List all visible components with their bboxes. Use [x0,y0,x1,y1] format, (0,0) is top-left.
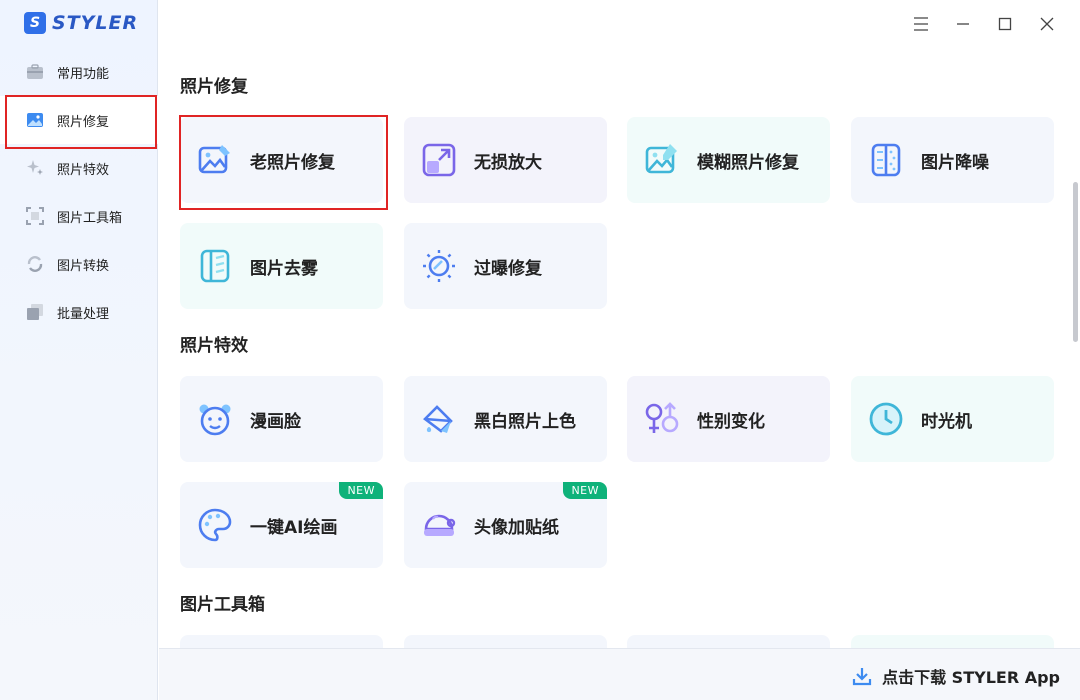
photo-icon [26,111,44,129]
card-toolbox-partial[interactable] [627,635,830,648]
card-label: 一键AI绘画 [250,517,338,538]
card-ai-painting[interactable]: 一键AI绘画 NEW [180,482,383,568]
card-toolbox-partial[interactable] [851,635,1054,648]
logo-mark-icon: S [24,12,46,34]
sidebar-item-photo-effects[interactable]: 照片特效 [0,144,158,192]
card-colorize[interactable]: 黑白照片上色 [404,376,607,462]
card-label: 漫画脸 [250,411,301,432]
logo-text: STYLER [52,12,139,34]
card-label: 图片去雾 [250,258,318,279]
denoise-icon [867,141,905,179]
window-controls [900,12,1068,38]
sidebar-item-convert[interactable]: 图片转换 [0,240,158,288]
sidebar-item-toolbox[interactable]: 图片工具箱 [0,192,158,240]
card-overexposure[interactable]: 过曝修复 [404,223,607,309]
card-denoise[interactable]: 图片降噪 [851,117,1054,203]
sidebar-item-batch[interactable]: 批量处理 [0,288,158,336]
sparkle-icon [26,159,44,177]
new-badge: NEW [563,482,607,499]
card-blur-repair[interactable]: 模糊照片修复 [627,117,830,203]
new-badge: NEW [339,482,383,499]
stack-icon [26,303,44,321]
close-button[interactable] [1026,12,1068,38]
download-label: 点击下载 STYLER App [882,668,1060,687]
card-gender-change[interactable]: 性别变化 [627,376,830,462]
download-icon [852,666,872,686]
sidebar-item-label: 照片特效 [57,162,110,178]
maximize-icon [998,16,1012,35]
minimize-icon [956,16,970,35]
palette-icon [196,506,234,544]
maximize-button[interactable] [984,12,1026,38]
main-content: 照片修复 老照片修复 无损放大 模糊照片修复 图片降噪 图片去雾 过曝修复 照片… [159,48,1068,648]
section-title-toolbox: 图片工具箱 [180,595,265,615]
menu-button[interactable] [900,12,942,38]
card-dehaze[interactable]: 图片去雾 [180,223,383,309]
sticker-icon [420,506,458,544]
footer: 点击下载 STYLER App [159,648,1080,700]
card-label: 老照片修复 [250,152,335,173]
card-label: 时光机 [921,411,972,432]
card-label: 过曝修复 [474,258,542,279]
dehaze-icon [196,247,234,285]
sidebar-item-label: 图片工具箱 [57,210,123,226]
enlarge-icon [420,141,458,179]
sidebar-item-label: 批量处理 [57,306,110,322]
sidebar-nav: 常用功能 照片修复 照片特效 图片工具箱 图片转换 批量处理 [0,48,158,336]
crop-frame-icon [26,207,44,225]
sidebar-item-label: 图片转换 [57,258,110,274]
gender-icon [643,400,681,438]
minimize-button[interactable] [942,12,984,38]
sidebar-item-photo-repair[interactable]: 照片修复 [0,95,158,149]
clock-icon [867,400,905,438]
toolbox-icon [26,63,44,81]
section-title-photo-repair: 照片修复 [180,77,248,97]
card-label: 无损放大 [474,152,542,173]
scrollbar-track[interactable] [1070,48,1078,648]
card-label: 模糊照片修复 [697,152,799,173]
sidebar-item-label: 照片修复 [57,114,110,130]
card-old-photo-repair[interactable]: 老照片修复 [179,115,388,210]
card-toolbox-partial[interactable] [180,635,383,648]
menu-icon [913,16,929,35]
close-icon [1040,16,1054,35]
sidebar-item-common[interactable]: 常用功能 [0,48,158,96]
card-label: 性别变化 [697,411,765,432]
card-avatar-sticker[interactable]: 头像加贴纸 NEW [404,482,607,568]
card-toolbox-partial[interactable] [404,635,607,648]
app-logo: S STYLER [24,12,138,34]
download-app-button[interactable]: 点击下载 STYLER App [852,664,1060,688]
section-title-photo-effects: 照片特效 [180,336,248,356]
sidebar: S STYLER 常用功能 照片修复 照片特效 图片工具箱 图片转换 批量处理 [0,0,158,700]
card-enlarge[interactable]: 无损放大 [404,117,607,203]
card-time-machine[interactable]: 时光机 [851,376,1054,462]
card-cartoon-face[interactable]: 漫画脸 [180,376,383,462]
cartoon-face-icon [196,400,234,438]
convert-icon [26,255,44,273]
card-label: 图片降噪 [921,152,989,173]
sidebar-item-label: 常用功能 [57,66,110,82]
blur-repair-icon [643,141,681,179]
old-photo-repair-icon [196,141,234,179]
colorize-icon [420,400,458,438]
card-label: 头像加贴纸 [474,517,559,538]
scrollbar-thumb[interactable] [1073,182,1078,342]
card-label: 黑白照片上色 [474,411,576,432]
overexposure-icon [420,247,458,285]
